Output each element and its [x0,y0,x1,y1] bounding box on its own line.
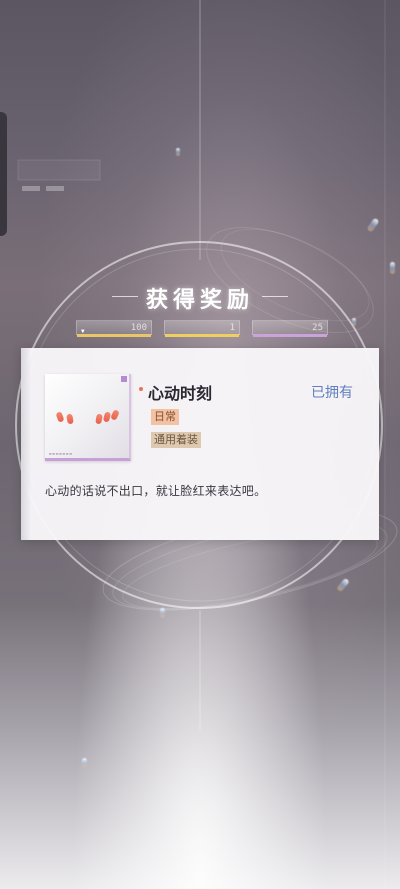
status-slot-1: ▼ 100 [76,320,152,337]
nail-icon [110,409,120,421]
status-slot-value: 100 [130,323,147,333]
item-description: 心动的话说不出口，就让脸红来表达吧。 [45,484,267,498]
nail-icon [66,413,74,425]
side-drawer-handle[interactable] [0,112,7,236]
title-decoration-right [262,296,288,297]
sparkle-icon [160,608,165,618]
item-thumbnail[interactable]: ▬▬▬▬▬▬▬ [45,374,131,461]
status-slot-value: 25 [312,323,323,333]
sparkle-icon [82,758,87,768]
triangle-icon: ▼ [81,328,85,335]
rarity-marker [121,376,127,382]
sparkle-icon [176,148,180,156]
nail-icon [95,413,103,425]
reward-title: 获得奖励 [145,287,254,313]
sparkle-icon [390,262,395,274]
item-name: 心动时刻 [148,384,213,403]
tag-outfit-type: 通用着装 [151,432,201,448]
tag-daily: 日常 [151,409,179,425]
status-slot-3: 25 [252,320,328,337]
item-card[interactable]: ▬▬▬▬▬▬▬ 心动时刻 已拥有 日常 通用着装 心动的话说不出口，就让脸红来表… [21,348,379,540]
status-slot-2: 1 [164,320,240,337]
reward-screen: { "reward_panel": { "title": "获得奖励", "st… [0,0,400,889]
owned-status: 已拥有 [311,385,353,401]
bullet-dot [139,387,143,391]
thumbnail-code-decoration: ▬▬▬▬▬▬▬ [49,451,73,456]
status-slot-value: 1 [229,323,235,333]
sparkle-icon [352,318,356,326]
nail-icon [55,411,65,423]
card-edge-decoration [21,348,31,540]
